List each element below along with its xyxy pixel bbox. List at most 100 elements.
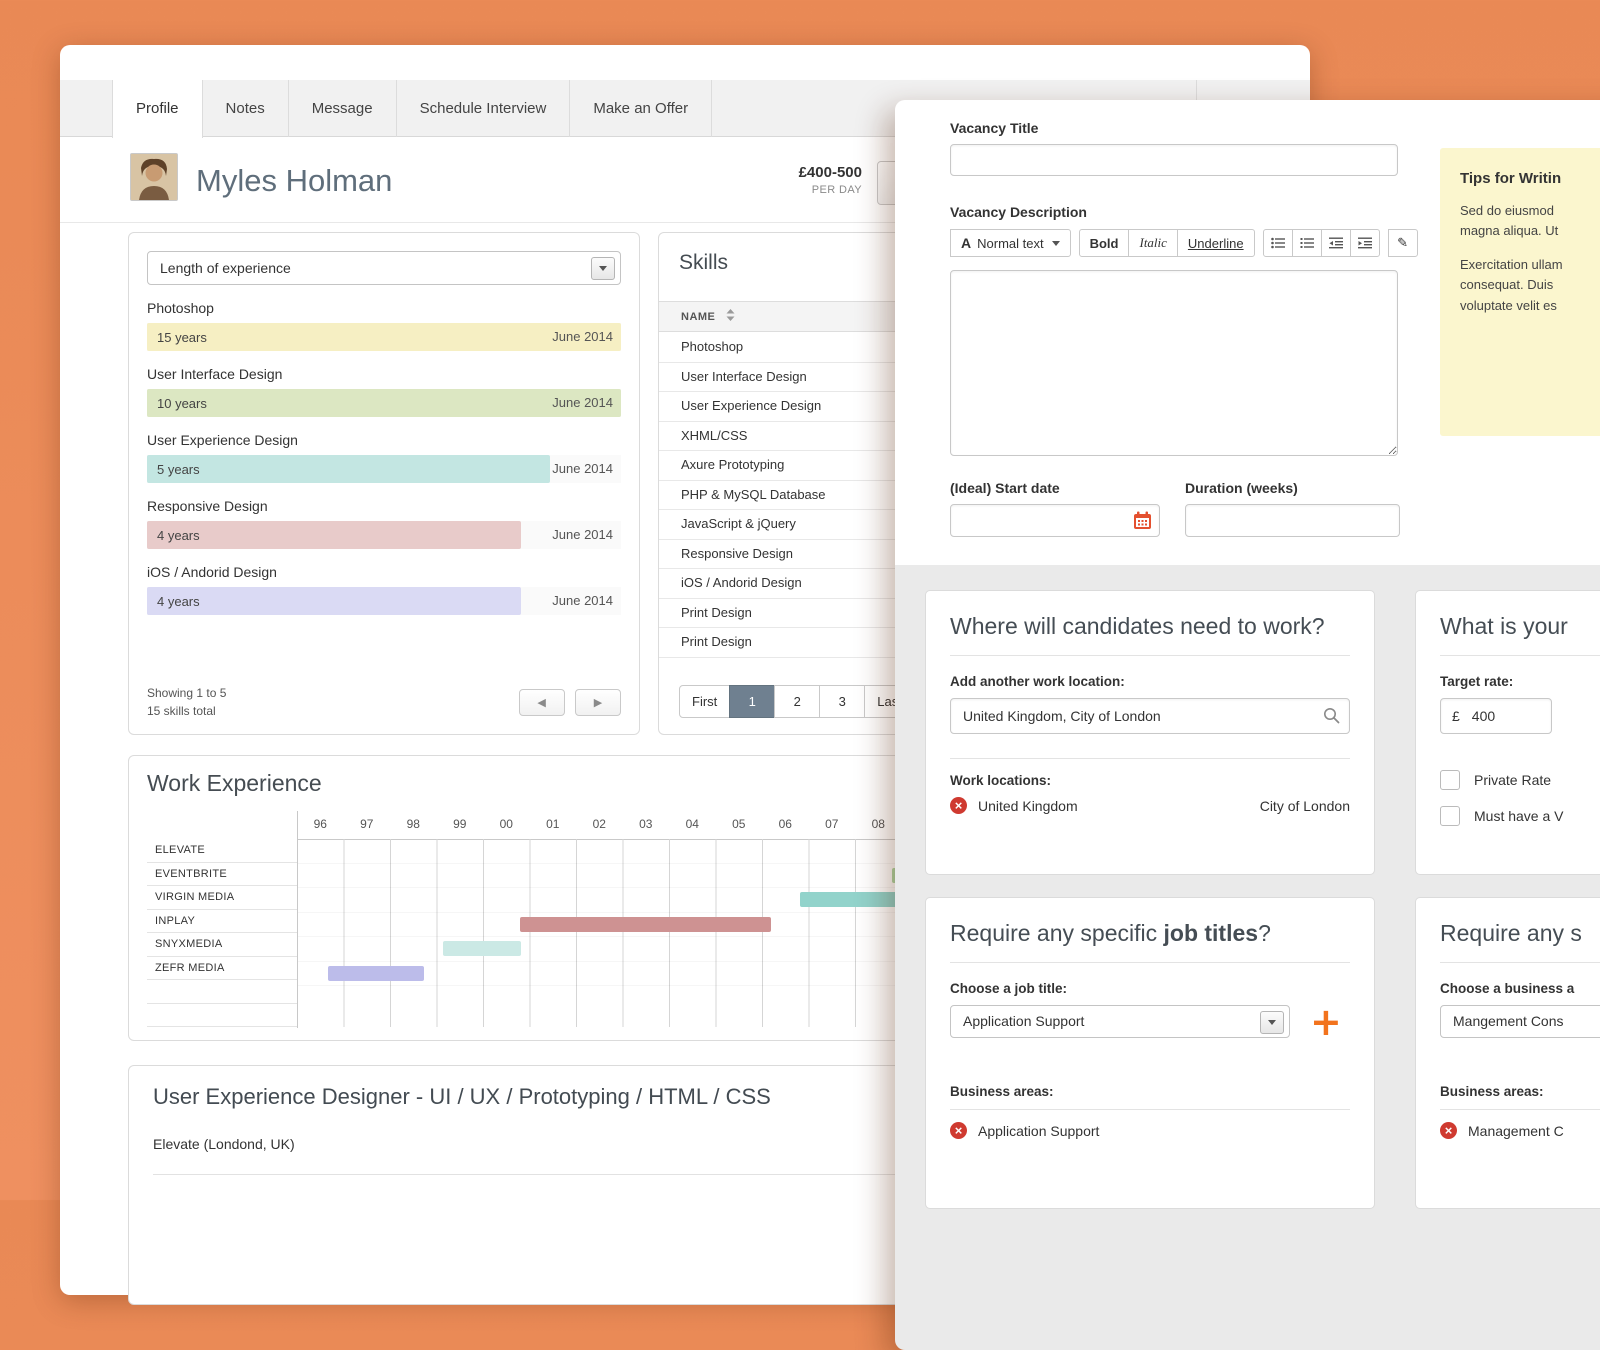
- business-area-select[interactable]: Mangement Cons: [1440, 1005, 1600, 1038]
- target-rate-field[interactable]: £ 400: [1440, 698, 1552, 734]
- company-label: SNYXMEDIA: [147, 933, 297, 957]
- company-label: ZEFR MEDIA: [147, 957, 297, 980]
- sort-icon[interactable]: [726, 309, 735, 321]
- tab-profile[interactable]: Profile: [112, 80, 203, 138]
- bold-button[interactable]: Bold: [1078, 229, 1130, 257]
- tips-line: voluptate velit es: [1460, 297, 1557, 313]
- job-title-select[interactable]: Application Support: [950, 1005, 1290, 1038]
- tab-make-an-offer[interactable]: Make an Offer: [570, 80, 713, 137]
- outdent-button[interactable]: [1320, 229, 1351, 257]
- richtext-toolbar: A Normal text Bold Italic Underline ✎: [950, 229, 1426, 257]
- location-search-input[interactable]: [950, 698, 1350, 734]
- job-title-item-text: Application Support: [978, 1122, 1100, 1139]
- work-experience-title: Work Experience: [147, 770, 322, 796]
- location-city: City of London: [1259, 797, 1350, 814]
- day-rate-unit: PER DAY: [811, 184, 862, 196]
- gantt-company-labels: ELEVATE EVENTBRITE VIRGIN MEDIA INPLAY S…: [147, 839, 297, 1027]
- location-search-field: [950, 698, 1350, 734]
- year-label: 98: [406, 817, 420, 831]
- skills-total: 15 skills total: [147, 703, 216, 718]
- search-icon[interactable]: [1323, 707, 1340, 724]
- rate-panel-heading: What is your: [1440, 613, 1568, 639]
- tab-message[interactable]: Message: [289, 80, 397, 137]
- year-label: 99: [453, 817, 467, 831]
- indent-button[interactable]: [1349, 229, 1380, 257]
- add-job-title-button[interactable]: +: [1310, 1003, 1342, 1041]
- skill-name: Photoshop: [147, 300, 214, 316]
- choose-job-title-label: Choose a job title:: [950, 981, 1068, 996]
- select-dropdown-button[interactable]: [1260, 1011, 1284, 1034]
- target-rate-value: 400: [1471, 708, 1496, 724]
- pagination-page-1[interactable]: 1: [729, 685, 776, 718]
- visa-requirement-checkbox[interactable]: [1440, 806, 1460, 826]
- vacancy-title-input[interactable]: [950, 144, 1398, 176]
- skill-name: iOS / Andorid Design: [147, 564, 277, 580]
- indent-icon: [1357, 237, 1372, 249]
- duration-input[interactable]: [1185, 504, 1400, 537]
- experience-item: User Interface Design 10 years June 2014: [147, 366, 621, 417]
- skill-bar-row: 10 years June 2014: [147, 389, 621, 417]
- vacancy-description-textarea[interactable]: [950, 270, 1398, 456]
- private-rate-checkbox[interactable]: [1440, 770, 1460, 790]
- skills-pagination: First 1 2 3 Last: [679, 685, 915, 718]
- business-area-item-text: Management C: [1468, 1122, 1564, 1139]
- currency-symbol: £: [1452, 708, 1460, 724]
- gantt-year-axis: 96 97 98 99 00 01 02 03 04 05 06 07 08: [297, 811, 902, 840]
- company-label-empty: [147, 1004, 297, 1027]
- italic-button[interactable]: Italic: [1128, 229, 1178, 257]
- next-page-button[interactable]: ▶: [575, 689, 621, 717]
- start-date-input[interactable]: [950, 504, 1160, 537]
- gantt-bar: [520, 916, 771, 932]
- gantt-bar-rows: [298, 839, 923, 986]
- duration-label: Duration (weeks): [1185, 480, 1298, 496]
- location-country: United Kingdom: [978, 797, 1078, 814]
- tab-notes[interactable]: Notes: [203, 80, 289, 137]
- format-dropdown-button[interactable]: A Normal text: [950, 229, 1071, 257]
- tips-heading: Tips for Writin: [1460, 170, 1562, 187]
- private-rate-label: Private Rate: [1474, 772, 1552, 788]
- job-titles-panel: Require any specific job titles? Choose …: [925, 897, 1375, 1209]
- calendar-icon[interactable]: [1133, 511, 1152, 530]
- remove-business-area-icon[interactable]: ×: [1440, 1122, 1457, 1139]
- skill-name: User Experience Design: [147, 432, 298, 448]
- tab-schedule-interview[interactable]: Schedule Interview: [397, 80, 571, 137]
- bullet-list-icon: [1270, 237, 1285, 249]
- remove-job-title-icon[interactable]: ×: [950, 1122, 967, 1139]
- tips-line: Exercitation ullam: [1460, 257, 1563, 273]
- candidate-name: Myles Holman: [196, 163, 393, 198]
- target-rate-label: Target rate:: [1440, 674, 1514, 689]
- pagination-first[interactable]: First: [679, 685, 731, 718]
- experience-item: User Experience Design 5 years June 2014: [147, 432, 621, 483]
- underline-button[interactable]: Underline: [1176, 229, 1255, 257]
- work-location-panel: Where will candidates need to work? Add …: [925, 590, 1375, 875]
- skill-duration-bar: 10 years: [147, 389, 621, 417]
- year-label: 04: [685, 817, 699, 831]
- private-rate-row: Private Rate: [1440, 770, 1600, 790]
- experience-filter-select[interactable]: Length of experience: [147, 251, 621, 285]
- start-date-label: (Ideal) Start date: [950, 480, 1060, 496]
- prev-page-button[interactable]: ◀: [518, 689, 565, 717]
- remove-location-icon[interactable]: ×: [950, 797, 967, 814]
- start-date-field: [950, 504, 1160, 537]
- bullet-list-button[interactable]: [1262, 229, 1293, 257]
- edit-pencil-button[interactable]: ✎: [1387, 229, 1418, 257]
- job-title-item: × Application Support: [950, 1122, 1350, 1139]
- skill-name: User Interface Design: [147, 366, 283, 382]
- numbered-list-button[interactable]: [1291, 229, 1322, 257]
- skill-duration-bar: 5 years: [147, 455, 550, 483]
- experience-item: Photoshop 15 years June 2014: [147, 300, 621, 351]
- format-a-icon: A: [961, 235, 972, 251]
- divider: [1440, 1109, 1600, 1110]
- select-dropdown-button[interactable]: [591, 257, 615, 280]
- pagination-page-2[interactable]: 2: [774, 685, 821, 718]
- skill-duration-label: 10 years: [157, 395, 207, 411]
- day-rate-block: £400-500 PER DAY: [700, 164, 862, 196]
- skill-duration-label: 15 years: [157, 329, 207, 345]
- work-locations-label: Work locations:: [950, 773, 1052, 788]
- skill-date: June 2014: [552, 527, 613, 542]
- year-label: 02: [592, 817, 606, 831]
- company-label: ELEVATE: [147, 839, 297, 863]
- showing-summary: Showing 1 to 5 15 skills total: [147, 685, 226, 720]
- skill-date: June 2014: [552, 461, 613, 476]
- pagination-page-3[interactable]: 3: [819, 685, 866, 718]
